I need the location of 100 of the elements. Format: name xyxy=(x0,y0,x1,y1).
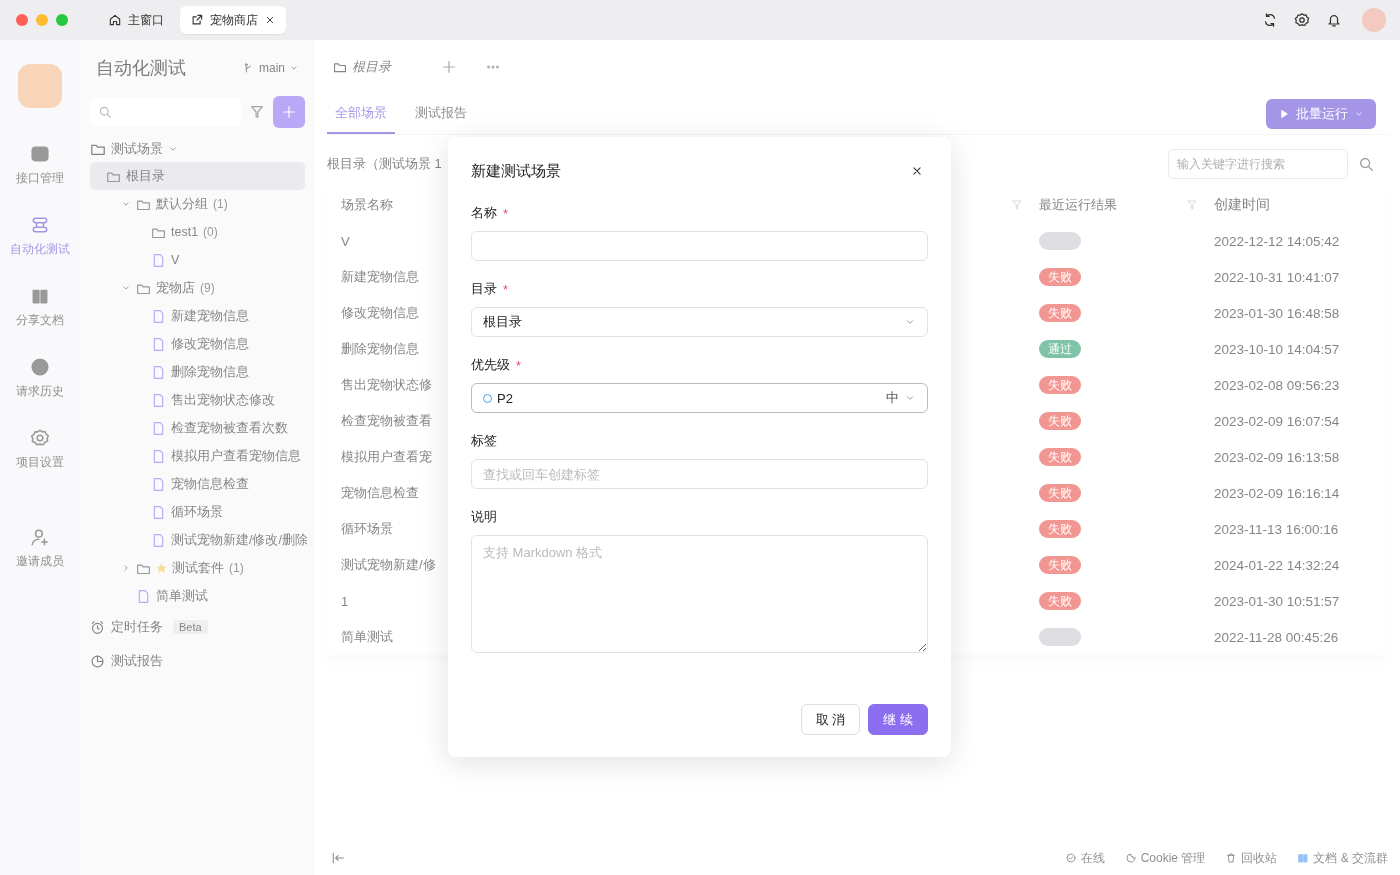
chevron-icon[interactable] xyxy=(121,563,131,573)
file-icon xyxy=(151,448,166,464)
folder-icon xyxy=(333,60,347,74)
tree-item[interactable]: 售出宠物状态修改 xyxy=(90,386,305,414)
table-cell-text: 2023-11-13 16:00:16 xyxy=(1214,521,1340,537)
stack-icon xyxy=(30,215,50,235)
tree-item[interactable]: V xyxy=(90,246,305,274)
table-cell-text: 2024-01-22 14:32:24 xyxy=(1214,557,1341,573)
search-field[interactable] xyxy=(90,97,241,127)
table-cell-text: 简单测试 xyxy=(341,628,394,646)
table-cell-text: 2023-02-09 16:07:54 xyxy=(1214,413,1341,429)
status-item[interactable]: 回收站 xyxy=(1225,849,1278,867)
collapse-icon[interactable] xyxy=(331,851,345,865)
chevron-icon[interactable] xyxy=(121,283,131,293)
tree-item[interactable]: 简单测试 xyxy=(90,582,305,610)
tree-item[interactable]: 默认分组 (1) xyxy=(90,190,305,218)
status-badge: 失败 xyxy=(1039,484,1081,502)
table-cell-text: 检查宠物被查看 xyxy=(341,412,433,430)
run-button[interactable]: 批量运行 xyxy=(1266,99,1376,129)
select-field[interactable]: 根目录 xyxy=(471,307,928,337)
cancel-button[interactable]: 取 消 xyxy=(800,704,861,735)
tab[interactable]: 全部场景 xyxy=(327,94,395,134)
tree-section[interactable]: 测试场景 xyxy=(90,136,305,162)
select-field[interactable]: P2 中 xyxy=(471,383,928,413)
table-cell-text: 2023-02-08 09:56:23 xyxy=(1214,377,1341,393)
window-control-button[interactable] xyxy=(56,14,68,26)
field-label: 说明 xyxy=(471,508,497,526)
input-field[interactable] xyxy=(471,231,928,261)
close-icon[interactable] xyxy=(264,14,276,26)
rail-item[interactable]: 接口管理 xyxy=(14,142,66,189)
window-tab[interactable]: 宠物商店 xyxy=(180,6,286,34)
text-area[interactable]: 支持 Markdown 格式 xyxy=(471,535,928,653)
filter-icon[interactable] xyxy=(1011,199,1023,211)
rail-item[interactable]: 自动化测试 xyxy=(8,213,72,260)
search-icon[interactable] xyxy=(1358,156,1374,172)
external-link-icon xyxy=(190,13,204,27)
input-field[interactable]: 查找或回车创建标签 xyxy=(471,459,928,489)
rail-item[interactable]: 邀请成员 xyxy=(14,525,66,572)
cookie-icon xyxy=(1124,852,1137,864)
column-header: 最近运行结果 xyxy=(1039,196,1118,214)
field-label: 名称 xyxy=(471,204,497,222)
caret-icon xyxy=(168,144,178,154)
alarm-clock-icon xyxy=(90,619,105,635)
status-item[interactable]: 文档 & 交流群 xyxy=(1297,849,1388,867)
table-cell-text: 2023-02-09 16:16:14 xyxy=(1214,485,1341,501)
status-item[interactable]: 在线 xyxy=(1064,849,1105,867)
window-tab[interactable]: 主窗口 xyxy=(98,6,174,34)
item-count: (1) xyxy=(213,197,228,211)
tree-item[interactable]: 修改宠物信息 xyxy=(90,330,305,358)
book-icon xyxy=(1297,852,1310,864)
bell-icon[interactable] xyxy=(1326,12,1342,28)
tree-item[interactable]: 循环场景 xyxy=(90,498,305,526)
search-field[interactable]: 输入关键字进行搜索 xyxy=(1168,149,1348,179)
file-icon xyxy=(136,588,151,604)
avatar[interactable] xyxy=(1362,8,1386,32)
tab[interactable]: 测试报告 xyxy=(407,94,475,134)
table-cell-text: 循环场景 xyxy=(341,520,394,538)
chevron-icon[interactable] xyxy=(121,199,131,209)
table-cell-text: 2023-10-10 14:04:57 xyxy=(1214,341,1341,357)
tree-item[interactable]: 新建宠物信息 xyxy=(90,302,305,330)
rail-item[interactable]: 项目设置 xyxy=(14,426,66,473)
tree-item[interactable]: 宠物信息检查 xyxy=(90,470,305,498)
status-badge: 失败 xyxy=(1039,556,1081,574)
rail-item[interactable]: 分享文档 xyxy=(14,284,66,331)
sidebar-link[interactable]: 定时任务 Beta xyxy=(90,610,305,644)
status-item[interactable]: Cookie 管理 xyxy=(1124,849,1206,867)
section-title: 根目录（测试场景 1 xyxy=(327,155,443,173)
rail-item[interactable]: 请求历史 xyxy=(14,355,66,402)
status-badge: 失败 xyxy=(1039,412,1081,430)
file-icon xyxy=(151,336,166,352)
tree-item[interactable]: 检查宠物被查看次数 xyxy=(90,414,305,442)
close-icon[interactable] xyxy=(910,164,924,178)
plus-icon xyxy=(281,104,297,120)
tree-item[interactable]: 宠物店 (9) xyxy=(90,274,305,302)
field-label: 标签 xyxy=(471,432,497,450)
tree-item[interactable]: 模拟用户查看宠物信息 xyxy=(90,442,305,470)
tree-item[interactable]: 根目录 xyxy=(90,162,305,190)
filter-icon[interactable] xyxy=(249,104,265,120)
table-cell-text: 删除宠物信息 xyxy=(341,340,420,358)
status-badge: 失败 xyxy=(1039,376,1081,394)
table-cell-text: 模拟用户查看宠 xyxy=(341,448,433,466)
sidebar-link[interactable]: 测试报告 xyxy=(90,644,305,678)
pie-chart-icon xyxy=(90,653,105,669)
plus-icon[interactable] xyxy=(441,59,457,75)
filter-icon[interactable] xyxy=(1186,199,1198,211)
tree-item[interactable]: 测试套件 (1) xyxy=(90,554,305,582)
tree-item[interactable]: 删除宠物信息 xyxy=(90,358,305,386)
window-control-button[interactable] xyxy=(16,14,28,26)
add-button[interactable] xyxy=(273,96,305,128)
breadcrumb-tab[interactable]: 根目录 xyxy=(333,58,413,76)
branch-select[interactable]: main xyxy=(243,61,299,75)
tree-item[interactable]: 测试宠物新建/修改/删除 xyxy=(90,526,305,554)
field-label: 目录 xyxy=(471,280,497,298)
settings-icon[interactable] xyxy=(1294,12,1310,28)
tree-item[interactable]: test1 (0) xyxy=(90,218,305,246)
status-badge: 失败 xyxy=(1039,304,1081,322)
window-control-button[interactable] xyxy=(36,14,48,26)
continue-button[interactable]: 继 续 xyxy=(868,704,928,735)
status-badge: 通过 xyxy=(1039,340,1081,358)
refresh-icon[interactable] xyxy=(1262,12,1278,28)
